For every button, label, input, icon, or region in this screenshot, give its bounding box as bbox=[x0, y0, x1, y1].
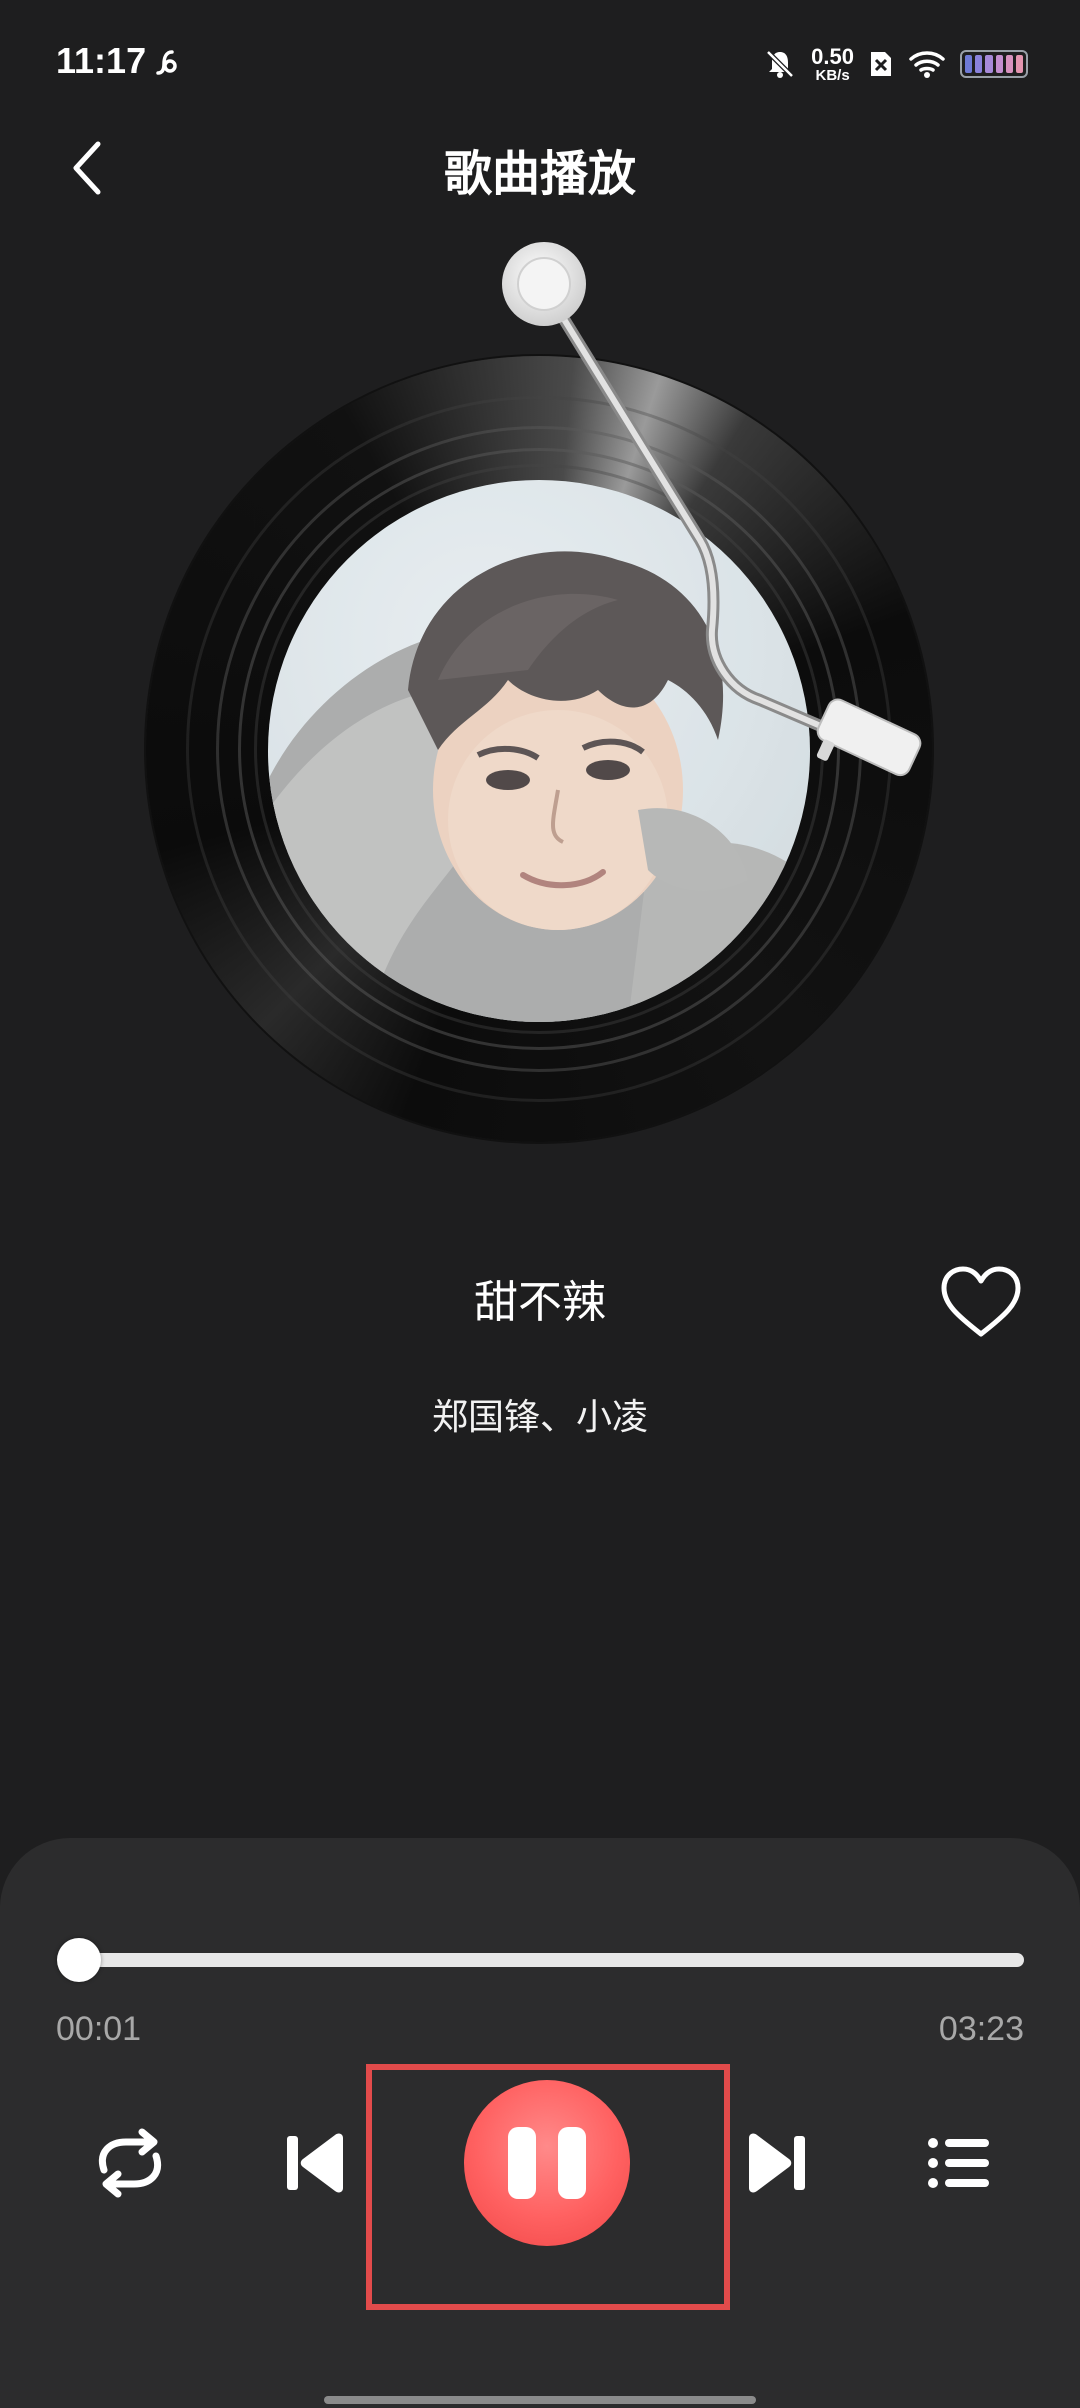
progress-track[interactable] bbox=[58, 1953, 1024, 1967]
skip-next-icon bbox=[749, 2133, 805, 2193]
status-time: 11:17 bbox=[56, 40, 147, 81]
next-button[interactable] bbox=[734, 2120, 820, 2206]
repeat-icon bbox=[99, 2128, 161, 2198]
highlight-box bbox=[366, 2064, 730, 2310]
home-indicator bbox=[324, 2396, 756, 2404]
current-time: 00:01 bbox=[56, 2010, 142, 2048]
total-time: 03:23 bbox=[938, 2010, 1024, 2048]
playlist-button[interactable] bbox=[914, 2120, 1004, 2206]
network-speed-value: 0.50 bbox=[811, 43, 854, 69]
like-button[interactable] bbox=[938, 1264, 1024, 1340]
battery-icon bbox=[960, 50, 1028, 78]
network-speed-unit: KB/s bbox=[815, 66, 850, 84]
status-icons: 0.50 KB/s bbox=[763, 40, 1028, 88]
progress-thumb[interactable] bbox=[56, 1938, 101, 1982]
heart-outline-icon bbox=[941, 1266, 1021, 1337]
album-cover bbox=[268, 480, 810, 1022]
previous-button[interactable] bbox=[272, 2120, 358, 2206]
song-artist: 郑国锋、小凌 bbox=[431, 1397, 648, 1438]
skip-previous-icon bbox=[287, 2133, 343, 2193]
no-sim-icon bbox=[871, 52, 891, 76]
status-bar: 11:17 0.50 KB/s bbox=[0, 0, 1080, 120]
network-speed: 0.50 KB/s bbox=[811, 43, 854, 84]
app-notification-icon bbox=[156, 50, 177, 75]
page-title: 歌曲播放 bbox=[443, 146, 636, 202]
song-title: 甜不辣 bbox=[474, 1277, 606, 1328]
playlist-icon bbox=[928, 2138, 989, 2188]
wifi-icon bbox=[909, 51, 945, 78]
repeat-button[interactable] bbox=[82, 2118, 178, 2208]
album-cover-image bbox=[268, 480, 810, 1022]
mute-bell-icon bbox=[766, 50, 794, 78]
